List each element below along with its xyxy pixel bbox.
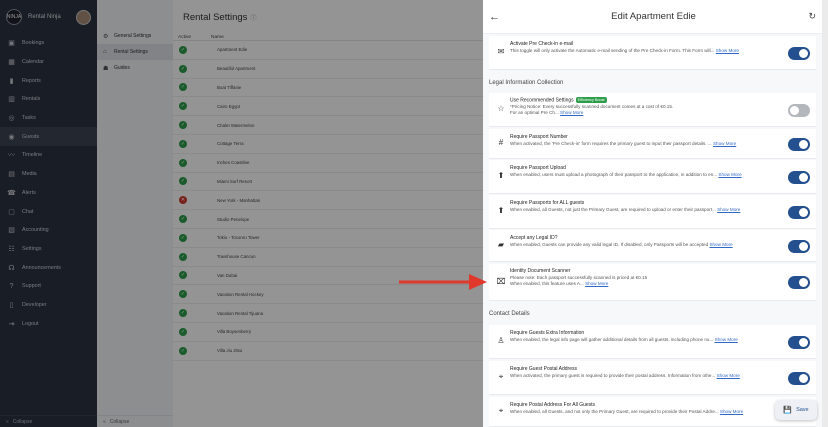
hash-icon: # [498, 138, 504, 147]
setting-card: ⌖ Require Postal Address For All Guests Wh… [489, 397, 816, 427]
show-more-link[interactable]: Show More [709, 242, 732, 247]
refresh-icon[interactable]: ↻ [802, 11, 816, 22]
setting-title: Require Guests Extra Information [510, 330, 585, 336]
setting-card: ☆ Use Recommended Settings Efficiency Boos… [489, 93, 816, 127]
setting-description: Please note: Each passport successfully … [510, 275, 648, 286]
star-icon: ☆ [497, 104, 505, 113]
setting-title: Require Postal Address For All Guests [510, 402, 596, 408]
setting-card: ▰ Accept any Legal ID? When enabled, Guest… [489, 230, 816, 262]
setting-card: ♙ Require Guests Extra Information When en… [489, 325, 816, 359]
setting-title: Use Recommended Settings Efficiency Boost [510, 97, 607, 104]
setting-toggle[interactable] [788, 335, 810, 349]
section-title-contact: Contact Details [489, 311, 530, 317]
setting-toggle[interactable] [788, 239, 810, 253]
setting-description: When enabled, the legal info page will g… [510, 337, 738, 342]
show-more-link[interactable]: Show More [718, 172, 741, 177]
setting-description: When enabled, all Guests, not just the P… [510, 207, 741, 212]
setting-card: ⌖ Require Guest Postal Address When activa… [489, 361, 816, 395]
setting-title: Identity Document Scanner [510, 268, 571, 274]
save-label: Save [796, 407, 809, 413]
upload-icon: ⬆ [497, 171, 505, 180]
setting-toggle[interactable] [788, 371, 810, 385]
panel-title: Edit Apartment Edie [611, 11, 696, 22]
person-icon: ♙ [497, 336, 505, 345]
efficiency-badge: Efficiency Boost [575, 97, 607, 103]
setting-toggle[interactable] [788, 137, 810, 151]
setting-description: When activated, the 'Pre Check-in' form … [510, 141, 737, 146]
show-more-link[interactable]: Show More [715, 337, 738, 342]
panel-header: ← Edit Apartment Edie ↻ [483, 0, 822, 34]
setting-toggle[interactable] [788, 276, 810, 289]
setting-toggle[interactable] [788, 205, 810, 219]
setting-card: ⌧ Identity Document Scanner Please note: E… [489, 264, 816, 301]
location-pin-icon: ⌖ [498, 372, 504, 381]
show-more-link[interactable]: Show More [713, 141, 736, 146]
section-title-legal: Legal Information Collection [489, 80, 564, 86]
floppy-disk-icon: 💾 [783, 407, 793, 414]
setting-description: When enabled, users must upload a photog… [510, 172, 742, 177]
setting-title: Activate Pre Check-in e-mail [510, 41, 574, 47]
setting-toggle[interactable] [788, 170, 810, 184]
setting-description: *Pricing Notice: Every successfully scan… [510, 104, 674, 115]
back-arrow-icon[interactable]: ← [489, 11, 505, 23]
edit-rental-panel: ← Edit Apartment Edie ↻ Legal Informatio… [483, 0, 822, 427]
save-button[interactable]: 💾 Save [775, 400, 817, 420]
show-more-link[interactable]: Show More [717, 373, 740, 378]
upload-icon: ⬆ [497, 206, 505, 215]
show-more-link[interactable]: Show More [720, 409, 743, 414]
setting-description: When enabled, Guests can provide any val… [510, 242, 733, 247]
show-more-link[interactable]: Show More [716, 48, 739, 53]
setting-title: Accept any Legal ID? [510, 235, 558, 241]
email-icon: ✉ [497, 47, 505, 56]
show-more-link[interactable]: Show More [717, 207, 740, 212]
setting-description: This toggle will only activate the Autom… [510, 48, 739, 53]
setting-description: When enabled, all Guests, and not only t… [510, 409, 744, 414]
setting-title: Require Passports for ALL guests [510, 200, 585, 206]
setting-description: When activated, the primary guest is req… [510, 373, 740, 378]
location-pin-icon: ⌖ [498, 406, 504, 415]
setting-title: Require Guest Postal Address [510, 366, 577, 372]
id-card-icon: ▰ [497, 240, 505, 249]
scanner-icon: ⌧ [496, 276, 506, 286]
setting-toggle[interactable] [788, 46, 810, 60]
show-more-link[interactable]: Show More [585, 281, 608, 286]
panel-scrollbar[interactable] [822, 0, 828, 427]
setting-toggle[interactable] [788, 103, 810, 117]
setting-card: ⬆ Require Passport Upload When enabled, us… [489, 160, 816, 194]
setting-title: Require Passport Upload [510, 165, 566, 171]
show-more-link[interactable]: Show More [560, 110, 583, 115]
modal-backdrop[interactable] [0, 0, 483, 427]
setting-title: Require Passport Number [510, 134, 568, 140]
annotation-arrow [399, 274, 487, 290]
setting-card: ✉ Activate Pre Check-in e-mail This toggle… [489, 36, 816, 70]
setting-card: # Require Passport Number When activated, … [489, 129, 816, 159]
setting-card: ⬆ Require Passports for ALL guests When en… [489, 195, 816, 229]
